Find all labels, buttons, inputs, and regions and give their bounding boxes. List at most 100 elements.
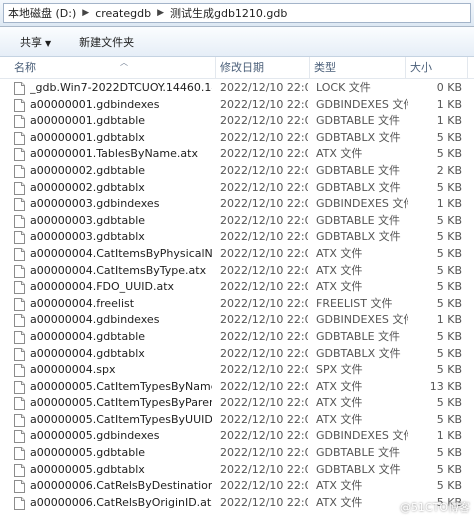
file-size: 5 KB <box>436 446 462 460</box>
file-name: a00000004.FDO_UUID.atx <box>30 280 175 294</box>
file-date: 2022/12/10 22:06 <box>220 147 308 161</box>
file-icon <box>14 397 25 411</box>
file-name: a00000006.CatRelsByDestinationID.atx <box>30 479 212 493</box>
breadcrumb-item-creategdb[interactable]: creategdb <box>91 7 155 20</box>
new-folder-button[interactable]: 新建文件夹 <box>71 31 142 53</box>
file-size: 5 KB <box>436 230 462 244</box>
file-type: SPX 文件 <box>316 363 363 377</box>
file-row[interactable]: a00000003.gdbtable 2022/12/10 22:06 GDBTAB… <box>0 213 474 230</box>
file-row[interactable]: a00000005.gdbtable 2022/12/10 22:04 GDBTAB… <box>0 445 474 462</box>
file-row[interactable]: a00000004.CatItemsByType.atx 2022/12/10 2… <box>0 263 474 280</box>
file-type: LOCK 文件 <box>316 81 371 94</box>
file-row[interactable]: a00000005.gdbindexes 2022/12/10 22:04 GDBI… <box>0 428 474 445</box>
file-row[interactable]: a00000001.gdbtablx 2022/12/10 22:04 GDBTAB… <box>0 130 474 147</box>
file-size: 5 KB <box>436 462 462 476</box>
file-row[interactable]: a00000005.CatItemTypesByUUID.atx 2022/12/… <box>0 412 474 429</box>
file-size: 1 KB <box>436 114 462 128</box>
file-icon <box>14 131 25 145</box>
file-name: a00000005.CatItemTypesByParentTyp... <box>30 396 212 410</box>
file-size: 5 KB <box>436 396 462 410</box>
file-size: 1 KB <box>436 429 462 443</box>
file-type: ATX 文件 <box>316 147 363 161</box>
file-row[interactable]: a00000003.gdbtablx 2022/12/10 22:06 GDBTAB… <box>0 229 474 246</box>
breadcrumb[interactable]: 本地磁盘 (D:) ▶ creategdb ▶ 测试生成gdb1210.gdb <box>3 3 471 23</box>
column-header-name[interactable]: 名称 <box>10 57 216 78</box>
file-row[interactable]: a00000004.gdbtable 2022/12/10 22:06 GDBTAB… <box>0 329 474 346</box>
file-size: 5 KB <box>436 329 462 343</box>
file-row[interactable]: a00000005.CatItemTypesByName.atx 2022/12/… <box>0 379 474 396</box>
file-row[interactable]: a00000004.CatItemsByPhysicalName.... 2022… <box>0 246 474 263</box>
file-row[interactable]: a00000001.TablesByName.atx 2022/12/10 22:… <box>0 146 474 163</box>
file-date: 2022/12/10 22:06 <box>220 81 308 94</box>
file-row[interactable]: a00000002.gdbtablx 2022/12/10 22:04 GDBTAB… <box>0 180 474 197</box>
file-date: 2022/12/10 22:06 <box>220 246 308 260</box>
file-date: 2022/12/10 22:06 <box>220 280 308 294</box>
file-type: GDBTABLE 文件 <box>316 213 401 227</box>
file-size: 5 KB <box>436 346 462 360</box>
file-icon <box>14 364 25 378</box>
file-row[interactable]: _gdb.Win7-2022DTCUOY.14460.1436... 2022/1… <box>0 80 474 97</box>
file-date: 2022/12/10 22:04 <box>220 379 308 393</box>
address-bar: 本地磁盘 (D:) ▶ creategdb ▶ 测试生成gdb1210.gdb <box>0 0 474 27</box>
file-row[interactable]: a00000005.CatItemTypesByParentTyp... 2022… <box>0 395 474 412</box>
file-date: 2022/12/10 22:04 <box>220 313 308 327</box>
file-name: a00000004.gdbindexes <box>30 313 160 327</box>
file-row[interactable]: a00000001.gdbindexes 2022/12/10 22:04 GDBI… <box>0 97 474 114</box>
file-type: GDBINDEXES 文件 <box>316 313 408 327</box>
file-type: GDBINDEXES 文件 <box>316 197 408 211</box>
file-name: a00000005.gdbtablx <box>30 462 145 476</box>
file-row[interactable]: a00000002.gdbtable 2022/12/10 22:04 GDBTAB… <box>0 163 474 180</box>
file-icon <box>14 181 25 195</box>
file-type: GDBTABLX 文件 <box>316 346 401 360</box>
file-icon <box>14 347 25 361</box>
file-name: a00000006.CatRelsByOriginID.atx <box>30 495 212 509</box>
share-button[interactable]: 共享 ▼ <box>12 31 59 53</box>
file-type: FREELIST 文件 <box>316 296 393 310</box>
file-size: 5 KB <box>436 479 462 493</box>
file-row[interactable]: a00000004.FDO_UUID.atx 2022/12/10 22:06 AT… <box>0 279 474 296</box>
column-header-type[interactable]: 类型 <box>310 57 406 78</box>
chevron-right-icon[interactable]: ▶ <box>155 8 166 18</box>
file-row[interactable]: a00000004.gdbindexes 2022/12/10 22:04 GDBI… <box>0 312 474 329</box>
file-size: 5 KB <box>436 246 462 260</box>
file-name: a00000005.CatItemTypesByName.atx <box>30 379 212 393</box>
file-name: a00000003.gdbindexes <box>30 197 160 211</box>
file-type: GDBTABLX 文件 <box>316 230 401 244</box>
file-icon <box>14 148 25 162</box>
file-icon <box>14 496 25 510</box>
file-type: GDBTABLE 文件 <box>316 446 401 460</box>
file-row[interactable]: a00000004.gdbtablx 2022/12/10 22:06 GDBTAB… <box>0 346 474 363</box>
column-header-row: ︿ 名称 修改日期 类型 大小 <box>0 57 474 79</box>
file-type: ATX 文件 <box>316 396 363 410</box>
file-type: GDBTABLE 文件 <box>316 329 401 343</box>
file-name: a00000002.gdbtable <box>30 163 146 177</box>
file-date: 2022/12/10 22:04 <box>220 412 308 426</box>
file-icon <box>14 214 25 228</box>
file-row[interactable]: a00000004.spx 2022/12/10 22:06 SPX 文件 5 KB <box>0 362 474 379</box>
column-header-date[interactable]: 修改日期 <box>216 57 310 78</box>
file-name: a00000005.CatItemTypesByUUID.atx <box>30 412 212 426</box>
file-row[interactable]: a00000004.freelist 2022/12/10 22:06 FREELI… <box>0 296 474 313</box>
file-date: 2022/12/10 22:06 <box>220 296 308 310</box>
file-date: 2022/12/10 22:04 <box>220 462 308 476</box>
column-header-size[interactable]: 大小 <box>406 57 468 78</box>
file-size: 5 KB <box>436 412 462 426</box>
file-type: GDBTABLE 文件 <box>316 114 401 128</box>
file-size: 2 KB <box>436 163 462 177</box>
file-row[interactable]: a00000003.gdbindexes 2022/12/10 22:04 GDBI… <box>0 196 474 213</box>
file-row[interactable]: a00000006.CatRelsByDestinationID.atx 2022… <box>0 478 474 495</box>
file-icon <box>14 198 25 212</box>
file-type: ATX 文件 <box>316 412 363 426</box>
file-icon <box>14 98 25 112</box>
file-name: _gdb.Win7-2022DTCUOY.14460.1436... <box>30 81 212 94</box>
file-name: a00000004.gdbtable <box>30 329 146 343</box>
file-type: ATX 文件 <box>316 495 363 509</box>
file-row[interactable]: a00000005.gdbtablx 2022/12/10 22:04 GDBTAB… <box>0 462 474 479</box>
file-row[interactable]: a00000001.gdbtable 2022/12/10 22:06 GDBTAB… <box>0 113 474 130</box>
file-date: 2022/12/10 22:04 <box>220 429 308 443</box>
breadcrumb-item-drive[interactable]: 本地磁盘 (D:) <box>4 5 80 21</box>
file-icon <box>14 297 25 311</box>
file-size: 1 KB <box>436 97 462 111</box>
breadcrumb-item-gdb-folder[interactable]: 测试生成gdb1210.gdb <box>166 5 291 21</box>
chevron-right-icon[interactable]: ▶ <box>80 8 91 18</box>
